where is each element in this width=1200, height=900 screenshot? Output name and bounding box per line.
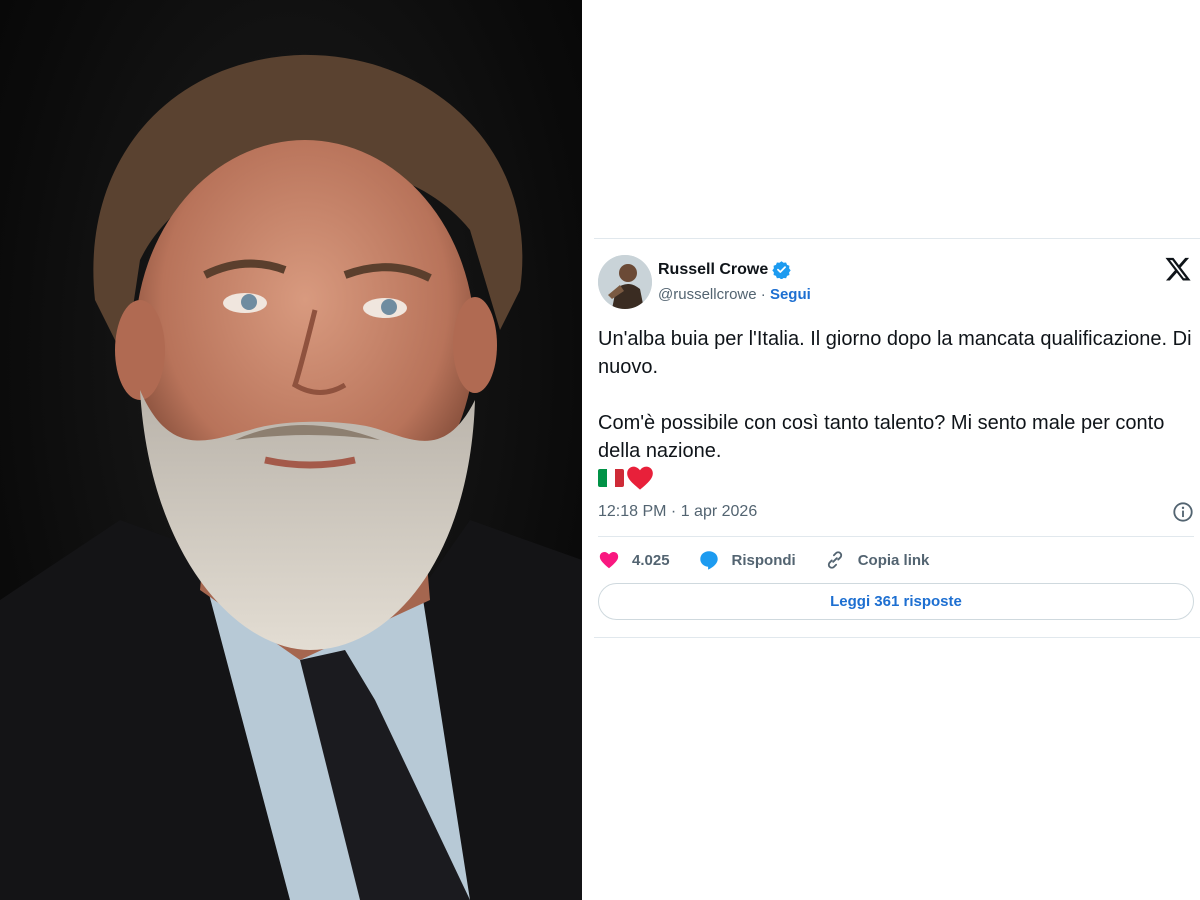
author-avatar[interactable] <box>598 255 652 309</box>
handle-line: @russellcrowe · Segui <box>658 286 811 303</box>
follow-link[interactable]: Segui <box>770 286 811 303</box>
avatar-image <box>598 255 652 309</box>
reply-icon <box>699 551 718 570</box>
tweet-text: Un'alba buia per l'Italia. Il giorno dop… <box>598 328 1192 462</box>
like-button[interactable]: 4.025 <box>598 549 670 571</box>
reply-label: Rispondi <box>731 551 796 569</box>
portrait-photo <box>0 0 582 900</box>
action-divider <box>598 536 1194 537</box>
portrait-illustration <box>0 54 582 900</box>
read-replies-button[interactable]: Leggi 361 risposte <box>598 583 1194 620</box>
verified-icon <box>772 261 791 279</box>
like-icon <box>599 552 619 569</box>
reply-button[interactable]: Rispondi <box>698 549 796 571</box>
tweet-emojis <box>598 465 654 491</box>
link-icon <box>827 551 842 569</box>
copy-link-button[interactable]: Copia link <box>824 549 930 571</box>
like-count: 4.025 <box>632 551 670 569</box>
info-icon[interactable] <box>1172 501 1194 523</box>
heart-emoji-icon <box>627 466 653 490</box>
author-name[interactable]: Russell Crowe <box>658 260 791 279</box>
x-logo-icon[interactable] <box>1164 255 1192 283</box>
handle-separator: · <box>760 286 766 303</box>
italy-flag-icon <box>598 469 624 487</box>
tweet-actions: 4.025 Rispondi Copia link <box>598 547 957 573</box>
author-name-text[interactable]: Russell Crowe <box>658 261 768 279</box>
author-handle[interactable]: @russellcrowe <box>658 286 757 303</box>
tweet-embed: Russell Crowe @russellcrowe · Segui Un'a… <box>594 238 1200 638</box>
tweet-timestamp[interactable]: 12:18 PM · 1 apr 2026 <box>598 503 757 521</box>
copy-link-label: Copia link <box>857 551 930 569</box>
